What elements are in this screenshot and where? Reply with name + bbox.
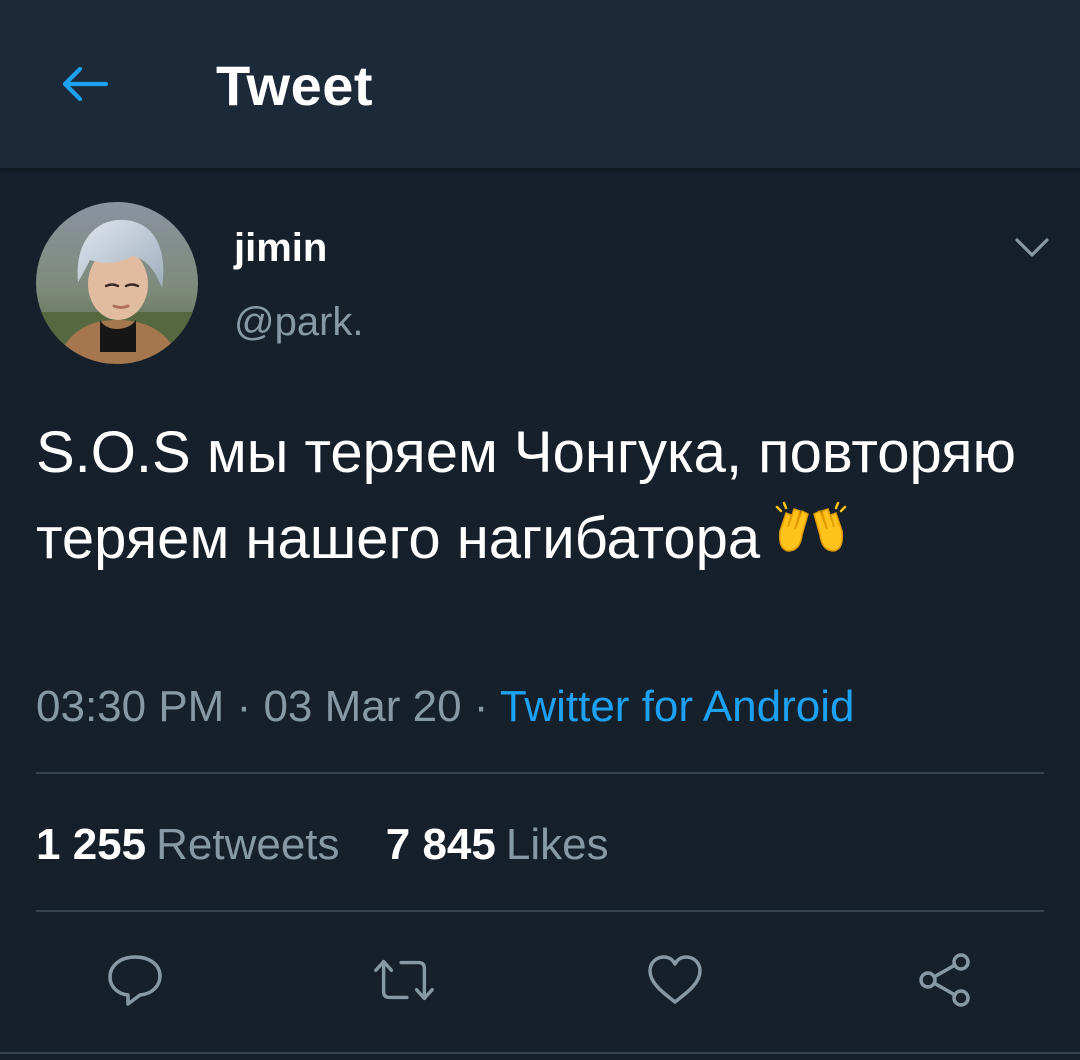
- author-display-name[interactable]: jimin: [234, 224, 327, 272]
- likes-count: 7 845: [385, 820, 496, 869]
- avatar-photo: [36, 202, 198, 364]
- page-title: Tweet: [216, 54, 374, 117]
- like-button[interactable]: [643, 948, 707, 1012]
- avatar[interactable]: [36, 202, 198, 364]
- tweet-menu-caret[interactable]: [1010, 226, 1054, 270]
- tweet-meta: 03:30 PM · 03 Mar 20 · Twitter for Andro…: [36, 680, 854, 734]
- tweet-text: S.O.S мы теряем Чонгука, повторяю теряем…: [36, 420, 1017, 571]
- likes-label: Likes: [505, 820, 609, 869]
- likes-stat[interactable]: 7 845 Likes: [386, 818, 609, 872]
- retweet-icon: [374, 959, 434, 1001]
- reply-icon: [108, 955, 162, 1006]
- chevron-down-icon: [1015, 238, 1049, 257]
- meta-separator: ·: [224, 682, 264, 731]
- retweets-stat[interactable]: 1 255 Retweets: [36, 818, 340, 872]
- share-button[interactable]: [913, 948, 977, 1012]
- retweet-button[interactable]: [372, 948, 436, 1012]
- tweet-stats: 1 255 Retweets 7 845 Likes: [36, 818, 643, 872]
- divider: [36, 910, 1044, 912]
- author-handle[interactable]: @park.: [234, 298, 364, 346]
- heart-icon: [648, 955, 702, 1004]
- tweet-source-link[interactable]: Twitter for Android: [500, 682, 855, 731]
- top-app-bar: Tweet: [0, 0, 1080, 168]
- arrow-left-icon: [62, 66, 109, 102]
- meta-separator: ·: [461, 682, 500, 731]
- tweet-text-block: S.O.S мы теряем Чонгука, повторяю теряем…: [36, 410, 1036, 582]
- bottom-divider: [0, 1052, 1080, 1054]
- raising-hands-emoji: [774, 495, 848, 581]
- reply-button[interactable]: [103, 948, 167, 1012]
- share-icon: [919, 953, 970, 1007]
- retweets-count: 1 255: [36, 820, 147, 869]
- back-button[interactable]: [52, 52, 116, 116]
- tweet-date: 03 Mar 20: [263, 682, 462, 731]
- tweet-time: 03:30 PM: [36, 682, 225, 731]
- retweets-label: Retweets: [156, 820, 340, 869]
- divider: [36, 772, 1044, 774]
